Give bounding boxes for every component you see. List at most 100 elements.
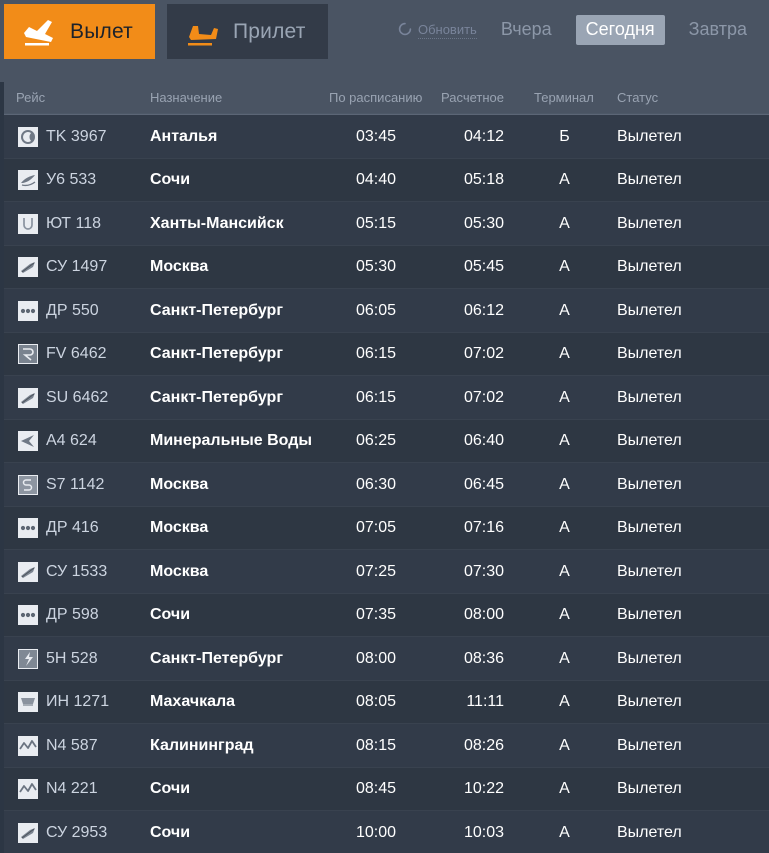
day-button-yesterday[interactable]: Вчера [491,15,562,45]
nordwind-logo [18,779,38,799]
terminal: А [537,681,592,725]
status-text: Вылетел [617,246,682,290]
airline-logo-cell [16,289,40,333]
airline-logo-cell [16,376,40,420]
scheduled-time: 04:40 [334,159,396,203]
status-text: Вылетел [617,724,682,768]
scheduled-time: 06:25 [334,420,396,464]
airline-logo-cell [16,637,40,681]
table-row[interactable]: ИН 1271Махачкала08:0511:11АВылетел [4,681,769,725]
column-header-scheduled: По расписанию [329,90,422,105]
airline-logo-cell [16,246,40,290]
flight-number: N4 221 [46,768,98,812]
airline-logo-cell [16,159,40,203]
estimated-time: 06:12 [442,289,504,333]
flight-number: FV 6462 [46,333,106,377]
table-column-headers: Рейс Назначение По расписанию Расчетное … [4,82,769,114]
scheduled-time: 06:15 [334,376,396,420]
scheduled-time: 06:15 [334,333,396,377]
s7-logo [18,475,38,495]
estimated-time: 07:02 [442,376,504,420]
terminal: А [537,376,592,420]
scheduled-time: 10:00 [334,811,396,853]
table-row[interactable]: СУ 1533Москва07:2507:30АВылетел [4,550,769,594]
status-text: Вылетел [617,550,682,594]
table-row[interactable]: S7 1142Москва06:3006:45АВылетел [4,463,769,507]
terminal: А [537,246,592,290]
rossiya-logo [18,344,38,364]
flight-list: TK 3967Анталья03:4504:12БВылетелУ6 533Со… [4,115,769,853]
terminal: Б [537,115,592,159]
flight-number: ИН 1271 [46,681,109,725]
column-header-status: Статус [617,90,658,105]
refresh-label: Обновить [418,22,477,39]
turkish-airlines-logo [18,127,38,147]
izhavia-logo [18,692,38,712]
destination: Санкт-Петербург [150,376,283,420]
scheduled-time: 08:45 [334,768,396,812]
airline-logo-cell [16,115,40,159]
flight-number: ДР 550 [46,289,99,333]
tab-arrivals[interactable]: Прилет [167,4,328,59]
tab-departures[interactable]: Вылет [4,4,155,59]
status-text: Вылетел [617,463,682,507]
pobeda-logo [18,518,38,538]
terminal: А [537,159,592,203]
table-row[interactable]: SU 6462Санкт-Петербург06:1507:02АВылетел [4,376,769,420]
top-toolbar: Вылет Прилет Обновить [0,0,769,82]
table-row[interactable]: 5Н 528Санкт-Петербург08:0008:36АВылетел [4,637,769,681]
table-row[interactable]: ДР 550Санкт-Петербург06:0506:12АВылетел [4,289,769,333]
airline-logo-cell [16,724,40,768]
scheduled-time: 06:30 [334,463,396,507]
scheduled-time: 08:00 [334,637,396,681]
table-row[interactable]: СУ 1497Москва05:3005:45АВылетел [4,246,769,290]
tab-departures-label: Вылет [70,20,133,44]
table-row[interactable]: ДР 598Сочи07:3508:00АВылетел [4,594,769,638]
airline-logo-cell [16,202,40,246]
scheduled-time: 07:35 [334,594,396,638]
airline-logo-cell [16,681,40,725]
table-row[interactable]: ЮТ 118Ханты-Мансийск05:1505:30АВылетел [4,202,769,246]
table-row[interactable]: СУ 2953Сочи10:0010:03АВылетел [4,811,769,853]
status-text: Вылетел [617,507,682,551]
ural-airlines-logo [18,170,38,190]
status-text: Вылетел [617,420,682,464]
destination: Минеральные Воды [150,420,312,464]
estimated-time: 05:18 [442,159,504,203]
nordwind-logo [18,736,38,756]
table-row[interactable]: N4 221Сочи08:4510:22АВылетел [4,768,769,812]
refresh-button[interactable]: Обновить [398,22,477,39]
airline-logo-cell [16,550,40,594]
status-text: Вылетел [617,115,682,159]
flight-number: A4 624 [46,420,97,464]
day-button-tomorrow[interactable]: Завтра [679,15,757,45]
scheduled-time: 08:05 [334,681,396,725]
status-text: Вылетел [617,811,682,853]
estimated-time: 08:00 [442,594,504,638]
refresh-icon [398,22,412,39]
estimated-time: 07:02 [442,333,504,377]
table-row[interactable]: TK 3967Анталья03:4504:12БВылетел [4,115,769,159]
status-text: Вылетел [617,681,682,725]
status-text: Вылетел [617,333,682,377]
terminal: А [537,420,592,464]
table-row[interactable]: N4 587Калининград08:1508:26АВылетел [4,724,769,768]
flight-number: 5Н 528 [46,637,98,681]
terminal: А [537,463,592,507]
day-button-today[interactable]: Сегодня [576,15,665,45]
table-row[interactable]: FV 6462Санкт-Петербург06:1507:02АВылетел [4,333,769,377]
table-row[interactable]: A4 624Минеральные Воды06:2506:40АВылетел [4,420,769,464]
aeroflot-logo [18,562,38,582]
destination: Санкт-Петербург [150,333,283,377]
estimated-time: 08:26 [442,724,504,768]
column-header-flight: Рейс [16,90,45,105]
column-header-estimated: Расчетное [441,90,504,105]
destination: Сочи [150,159,190,203]
table-row[interactable]: ДР 416Москва07:0507:16АВылетел [4,507,769,551]
column-header-terminal: Терминал [534,90,594,105]
terminal: А [537,811,592,853]
table-row[interactable]: У6 533Сочи04:4005:18АВылетел [4,159,769,203]
terminal: А [537,594,592,638]
estimated-time: 10:03 [442,811,504,853]
terminal: А [537,637,592,681]
